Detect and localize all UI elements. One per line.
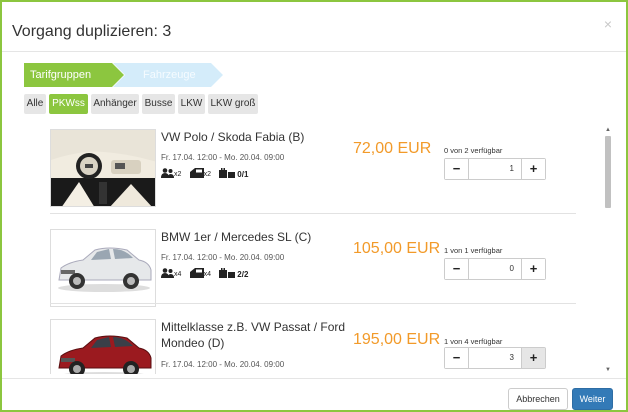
vehicle-name: BMW 1er / Mercedes SL (C)	[161, 230, 312, 244]
luggage-count: 2/2	[237, 269, 249, 279]
filter-pkw-button[interactable]: PKWss	[49, 94, 88, 114]
vehicle-attributes: x2 x2 0/1	[161, 167, 249, 180]
doors-count: x4	[203, 270, 212, 278]
vehicle-image	[50, 319, 156, 374]
filter-anhaenger-button[interactable]: Anhänger	[91, 94, 139, 114]
door-icon	[189, 268, 204, 280]
quantity-input[interactable]: 1	[470, 159, 520, 179]
filter-busse-button[interactable]: Busse	[142, 94, 175, 114]
vehicle-price: 105,00 EUR	[353, 240, 441, 257]
vehicle-price: 72,00 EUR	[353, 140, 432, 157]
rental-dates: Fr. 17.04. 12:00 - Mo. 20.04. 09:00	[161, 153, 285, 162]
vehicle-image	[50, 129, 156, 207]
quantity-stepper: − 0 +	[444, 258, 546, 280]
duplicate-dialog: Vorgang duplizieren: 3 × Tarifgruppen Fa…	[0, 0, 628, 412]
vehicle-list[interactable]: VW Polo / Skoda Fabia (B) Fr. 17.04. 12:…	[24, 122, 616, 374]
rental-dates: Fr. 17.04. 12:00 - Mo. 20.04. 09:00	[161, 360, 285, 369]
decrease-button[interactable]: −	[445, 348, 469, 368]
scroll-down-icon[interactable]: ▼	[604, 366, 612, 374]
increase-button[interactable]: +	[521, 259, 545, 279]
dialog-header: Vorgang duplizieren: 3 ×	[2, 2, 626, 52]
seats-count: x4	[174, 270, 182, 278]
vehicle-item: Mittelklasse z.B. VW Passat / Ford Monde…	[50, 319, 576, 374]
seats-icon	[161, 168, 174, 180]
dialog-footer: Abbrechen Weiter	[2, 378, 626, 410]
divider	[50, 303, 576, 304]
door-icon	[189, 168, 204, 180]
luggage-count: 0/1	[237, 169, 249, 179]
doors-count: x2	[203, 170, 212, 178]
scroll-up-icon[interactable]: ▲	[604, 126, 612, 134]
vehicle-name: VW Polo / Skoda Fabia (B)	[161, 130, 305, 144]
luggage-icon	[219, 267, 236, 280]
availability-text: 1 von 4 verfügbar	[444, 337, 503, 346]
vehicle-item: VW Polo / Skoda Fabia (B) Fr. 17.04. 12:…	[50, 129, 576, 217]
quantity-input[interactable]: 3	[470, 348, 520, 368]
rental-dates: Fr. 17.04. 12:00 - Mo. 20.04. 09:00	[161, 253, 285, 262]
close-icon[interactable]: ×	[604, 16, 612, 32]
vehicle-image	[50, 229, 156, 307]
list-scrollbar[interactable]: ▲ ▼	[604, 126, 612, 374]
step-fahrzeuge[interactable]: Fahrzeuge	[113, 63, 223, 87]
step-tarifgruppen[interactable]: Tarifgruppen	[24, 63, 124, 87]
decrease-button[interactable]: −	[445, 159, 469, 179]
decrease-button[interactable]: −	[445, 259, 469, 279]
seats-count: x2	[174, 170, 182, 178]
seats-icon	[161, 268, 174, 280]
vehicle-attributes: x4 x4 2/2	[161, 267, 249, 280]
filter-lkw-gross-button[interactable]: LKW groß	[208, 94, 258, 114]
filter-lkw-button[interactable]: LKW	[178, 94, 205, 114]
quantity-stepper: − 1 +	[444, 158, 546, 180]
vehicle-name: Mittelklasse z.B. VW Passat / Ford Monde…	[161, 320, 346, 350]
scroll-thumb[interactable]	[605, 136, 611, 208]
cancel-button[interactable]: Abbrechen	[508, 388, 568, 410]
increase-button[interactable]: +	[521, 348, 545, 368]
dialog-title: Vorgang duplizieren: 3	[12, 23, 172, 40]
next-button[interactable]: Weiter	[572, 388, 613, 410]
divider	[50, 213, 576, 214]
increase-button[interactable]: +	[521, 159, 545, 179]
availability-text: 1 von 1 verfügbar	[444, 246, 503, 255]
quantity-stepper: − 3 +	[444, 347, 546, 369]
luggage-icon	[219, 167, 236, 180]
quantity-input[interactable]: 0	[470, 259, 520, 279]
vehicle-price: 195,00 EUR	[353, 331, 441, 348]
filter-alle-button[interactable]: Alle	[24, 94, 46, 114]
availability-text: 0 von 2 verfügbar	[444, 146, 503, 155]
